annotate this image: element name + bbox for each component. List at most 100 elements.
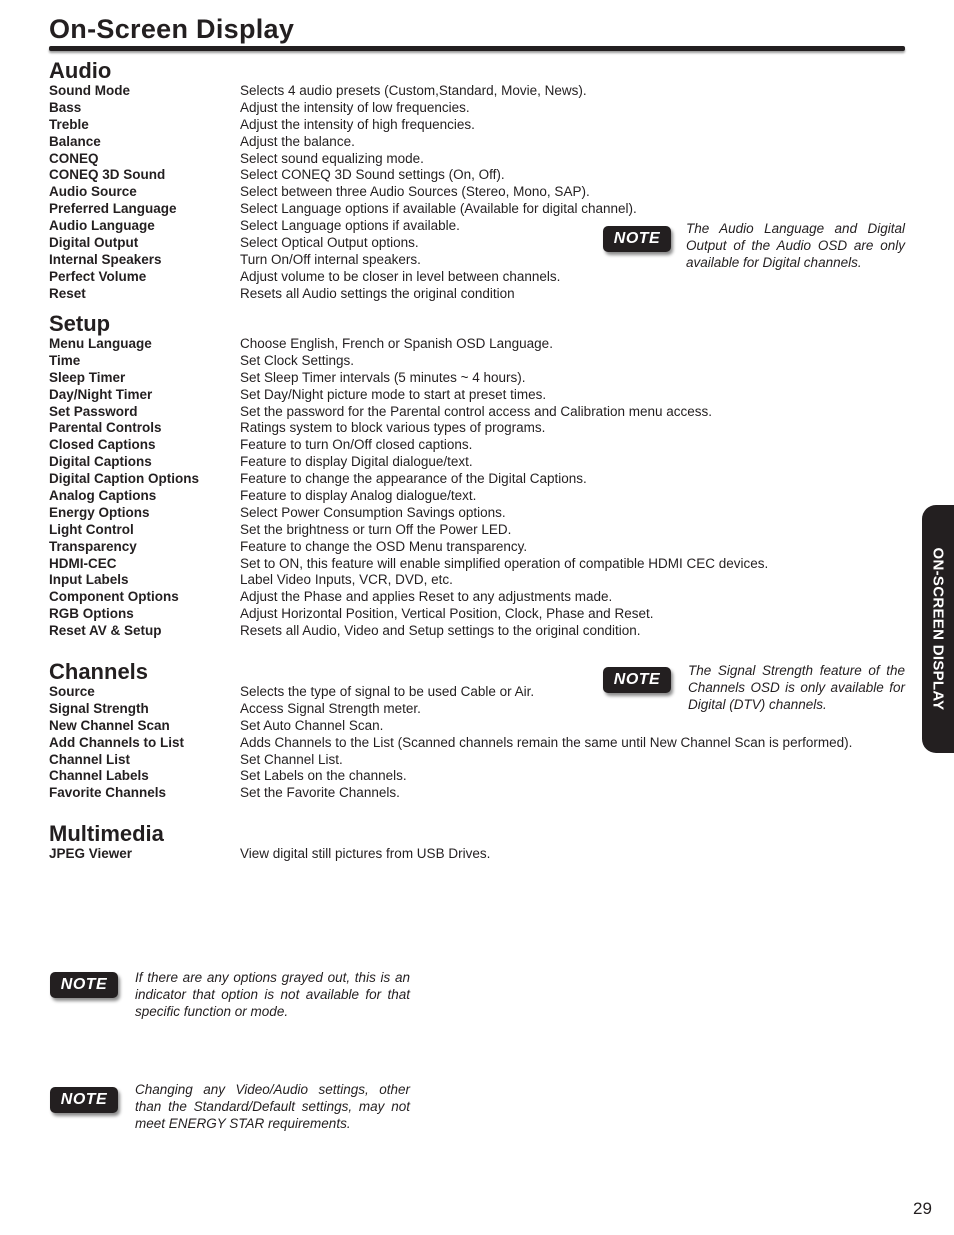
menu-item-description: Set Auto Channel Scan.	[240, 717, 384, 733]
menu-item-row: Digital Captions Feature to display Digit…	[49, 454, 919, 471]
menu-item-row: Preferred Language Select Language option…	[49, 201, 919, 218]
menu-item-description: Set Labels on the channels.	[240, 768, 407, 784]
menu-item-description: Ratings system to block various types of…	[240, 420, 546, 436]
menu-item-name: Audio Source	[49, 184, 137, 200]
menu-item-name: Closed Captions	[49, 437, 156, 453]
audio-heading: Audio	[49, 58, 112, 83]
menu-item-name: CONEQ	[49, 150, 99, 166]
menu-item-row: Audio Source Select between three Audio S…	[49, 184, 919, 201]
menu-item-row: Light Control Set the brightness or turn …	[49, 522, 919, 539]
menu-item-description: Feature to display Digital dialogue/text…	[240, 454, 473, 470]
menu-item-description: Select sound equalizing mode.	[240, 150, 424, 166]
menu-item-name: Transparency	[49, 538, 137, 554]
menu-item-row: Sound Mode Selects 4 audio presets (Custo…	[49, 83, 919, 100]
side-tab-label: ON-SCREEN DISPLAY	[929, 547, 947, 711]
menu-item-description: Feature to change the OSD Menu transpare…	[240, 538, 528, 554]
menu-item-description: Adjust the balance.	[240, 133, 355, 149]
menu-item-description: Feature to turn On/Off closed captions.	[240, 437, 473, 453]
menu-item-name: Preferred Language	[49, 201, 177, 217]
menu-item-name: Favorite Channels	[49, 785, 167, 801]
menu-item-name: Day/Night Timer	[49, 386, 153, 402]
menu-item-name: New Channel Scan	[49, 717, 170, 733]
menu-item-row: Reset AV & Setup Resets all Audio, Video …	[49, 623, 919, 640]
menu-item-row: Balance Adjust the balance.	[49, 134, 919, 151]
setup-section: Setup Menu Language Choose English, Frenc…	[49, 312, 919, 640]
menu-item-row: HDMI-CEC Set to ON, this feature will ena…	[49, 556, 919, 573]
page-number: 29	[913, 1199, 932, 1218]
menu-item-name: JPEG Viewer	[49, 846, 133, 861]
menu-item-description: Set Clock Settings.	[240, 352, 355, 368]
menu-item-row: CONEQ Select sound equalizing mode.	[49, 151, 919, 168]
menu-item-name: Channel Labels	[49, 768, 149, 784]
menu-item-row: Channel List Set Channel List.	[49, 752, 919, 769]
menu-item-row: Analog Captions Feature to display Analog…	[49, 488, 919, 505]
menu-item-description: Choose English, French or Spanish OSD La…	[240, 336, 553, 351]
menu-item-row: Input Labels Label Video Inputs, VCR, DVD…	[49, 572, 919, 589]
menu-item-description: Resets all Audio, Video and Setup settin…	[240, 623, 641, 639]
menu-item-row: Sleep Timer Set Sleep Timer intervals (5 …	[49, 370, 919, 387]
menu-item-description: Label Video Inputs, VCR, DVD, etc.	[240, 572, 453, 588]
note-text: If there are any options grayed out, thi…	[135, 970, 410, 1019]
menu-item-name: Signal Strength	[49, 700, 149, 716]
menu-item-row: Add Channels to List Adds Channels to the…	[49, 735, 919, 752]
menu-item-name: Audio Language	[49, 218, 155, 234]
section-side-tab: ON-SCREEN DISPLAY	[922, 505, 954, 753]
menu-item-name: Set Password	[49, 403, 138, 419]
note-text: Changing any Video/Audio settings, other…	[135, 1082, 410, 1131]
menu-item-description: Adjust the intensity of high frequencies…	[240, 116, 475, 132]
menu-item-description: Select Optical Output options.	[240, 235, 419, 251]
menu-item-description: Adjust Horizontal Position, Vertical Pos…	[240, 606, 654, 622]
note-text: The Signal Strength feature of the Chann…	[688, 663, 905, 712]
menu-item-description: View digital still pictures from USB Dri…	[240, 846, 491, 861]
menu-item-name: Add Channels to List	[49, 734, 184, 750]
menu-item-description: Feature to change the appearance of the …	[240, 471, 587, 487]
menu-item-row: Bass Adjust the intensity of low frequenc…	[49, 100, 919, 117]
menu-item-row: Energy Options Select Power Consumption S…	[49, 505, 919, 522]
menu-item-name: Internal Speakers	[49, 251, 162, 267]
menu-item-name: HDMI-CEC	[49, 555, 117, 571]
menu-item-name: Digital Captions	[49, 454, 152, 470]
menu-item-description: Adds Channels to the List (Scanned chann…	[240, 734, 853, 750]
menu-item-description: Select Power Consumption Savings options…	[240, 504, 506, 520]
menu-item-description: Select Language options if available.	[240, 218, 460, 234]
note-badge: NOTE	[603, 667, 671, 693]
menu-item-name: Time	[49, 352, 81, 368]
menu-item-name: Perfect Volume	[49, 268, 147, 284]
menu-item-description: Selects 4 audio presets (Custom,Standard…	[240, 83, 587, 98]
menu-item-name: Reset AV & Setup	[49, 623, 162, 639]
menu-item-name: Balance	[49, 133, 101, 149]
setup-heading: Setup	[49, 311, 111, 336]
menu-item-row: Parental Controls Ratings system to block…	[49, 420, 919, 437]
menu-item-row: Transparency Feature to change the OSD Me…	[49, 539, 919, 556]
menu-item-name: RGB Options	[49, 606, 134, 622]
menu-item-description: Resets all Audio settings the original c…	[240, 285, 515, 301]
menu-item-row: Digital Caption Options Feature to change…	[49, 471, 919, 488]
menu-item-name: Energy Options	[49, 504, 150, 520]
menu-item-row: JPEG Viewer View digital still pictures f…	[49, 846, 919, 863]
menu-item-name: Component Options	[49, 589, 179, 605]
menu-item-name: Input Labels	[49, 572, 129, 588]
menu-item-row: Day/Night Timer Set Day/Night picture mod…	[49, 387, 919, 404]
menu-item-description: Set Sleep Timer intervals (5 minutes ~ 4…	[240, 369, 526, 385]
menu-item-row: Menu Language Choose English, French or S…	[49, 336, 919, 353]
menu-item-row: Perfect Volume Adjust volume to be closer…	[49, 269, 919, 286]
menu-item-row: CONEQ 3D Sound Select CONEQ 3D Sound sett…	[49, 167, 919, 184]
menu-item-row: Time Set Clock Settings.	[49, 353, 919, 370]
menu-item-name: Analog Captions	[49, 488, 157, 504]
menu-item-row: Component Options Adjust the Phase and ap…	[49, 589, 919, 606]
menu-item-name: Digital Caption Options	[49, 471, 199, 487]
menu-item-description: Adjust volume to be closer in level betw…	[240, 268, 561, 284]
note-badge: NOTE	[603, 226, 671, 252]
menu-item-name: Digital Output	[49, 235, 139, 251]
menu-item-name: Light Control	[49, 521, 134, 537]
menu-item-name: Channel List	[49, 751, 131, 767]
menu-item-description: Set Channel List.	[240, 751, 343, 767]
note-badge: NOTE	[50, 1087, 118, 1113]
menu-item-row: Closed Captions Feature to turn On/Off cl…	[49, 437, 919, 454]
menu-item-description: Set the brightness or turn Off the Power…	[240, 521, 512, 537]
menu-item-name: Parental Controls	[49, 420, 162, 436]
menu-item-description: Set the password for the Parental contro…	[240, 403, 712, 419]
menu-item-description: Feature to display Analog dialogue/text.	[240, 488, 477, 504]
page-title: On-Screen Display	[49, 14, 295, 44]
menu-item-description: Set to ON, this feature will enable simp…	[240, 555, 769, 571]
